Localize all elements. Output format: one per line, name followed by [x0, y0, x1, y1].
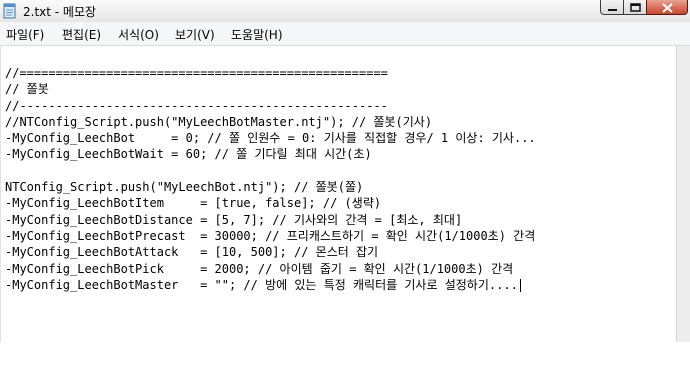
- text-line: -MyConfig_LeechBotDistance = [5, 7]; // …: [5, 212, 463, 227]
- text-line: -MyConfig_LeechBotWait = 60; // 쫄 기다릴 최대…: [5, 147, 372, 162]
- maximize-button[interactable]: [623, 0, 646, 15]
- window-bottom-area: [0, 342, 690, 367]
- text-line-last: -MyConfig_LeechBotMaster = ""; // 방에 있는 …: [5, 277, 536, 293]
- minimize-icon: [608, 9, 617, 11]
- text-line: //--------------------------------------…: [5, 98, 388, 113]
- text-line: [5, 163, 536, 179]
- minimize-button[interactable]: [600, 0, 623, 15]
- menu-file[interactable]: 파일(F): [6, 26, 44, 43]
- maximize-icon: [630, 3, 641, 12]
- menu-help[interactable]: 도움말(H): [231, 26, 283, 43]
- text-line: -MyConfig_LeechBot = 0; // 쫄 인원수 = 0: 기사…: [5, 131, 536, 146]
- notepad-icon: [3, 3, 16, 19]
- title-bar[interactable]: 2.txt - 메모장: [0, 0, 690, 23]
- text-line: //NTConfig_Script.push("MyLeechBotMaster…: [5, 114, 433, 129]
- text-line: NTConfig_Script.push("MyLeechBot.ntj"); …: [5, 180, 364, 195]
- menu-view[interactable]: 보기(V): [175, 26, 215, 43]
- text-line: -MyConfig_LeechBotPrecast = 30000; // 프리…: [5, 228, 536, 243]
- text-line: -MyConfig_LeechBotMaster = ""; // 방에 있는 …: [5, 277, 518, 292]
- close-icon: [662, 3, 673, 13]
- text-line: // 쫄봇: [5, 82, 49, 97]
- text-line: //======================================…: [5, 66, 388, 80]
- text-line: -MyConfig_LeechBotAttack = [10, 500]; //…: [5, 245, 379, 260]
- notepad-window: 2.txt - 메모장 파일(F) 편집(E) 서식(O) 보기(V) 도움말(…: [0, 0, 690, 367]
- vertical-scrollbar[interactable]: [676, 46, 690, 342]
- text-editor[interactable]: //======================================…: [0, 46, 677, 342]
- text-line: -MyConfig_LeechBotItem = [true, false]; …: [5, 196, 382, 211]
- menu-format[interactable]: 서식(O): [118, 26, 159, 43]
- menu-edit[interactable]: 편집(E): [62, 26, 101, 43]
- text-caret: [519, 278, 521, 292]
- text-line: -MyConfig_LeechBotPick = 2000; // 아이템 줍기…: [5, 261, 514, 276]
- editor-text[interactable]: //======================================…: [5, 65, 536, 293]
- close-button[interactable]: [646, 0, 688, 15]
- menu-bar: 파일(F) 편집(E) 서식(O) 보기(V) 도움말(H): [0, 22, 690, 46]
- window-title: 2.txt - 메모장: [23, 5, 97, 19]
